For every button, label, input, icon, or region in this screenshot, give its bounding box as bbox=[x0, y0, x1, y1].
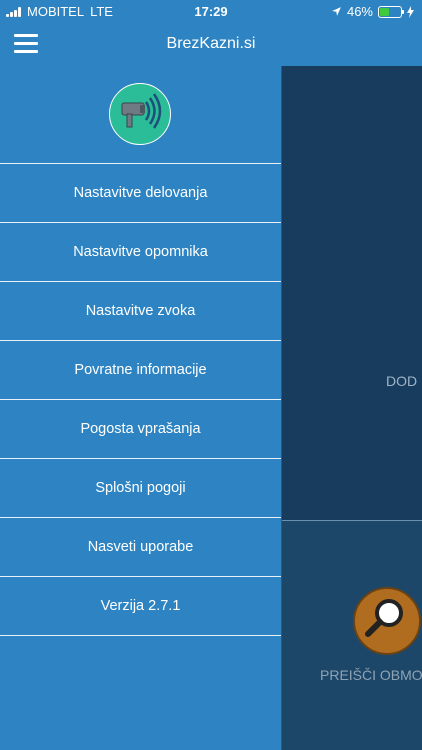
speed-camera-icon bbox=[121, 93, 162, 129]
menu-item-operation-settings[interactable]: Nastavitve delovanja bbox=[0, 164, 281, 223]
menu-item-label: Nastavitve zvoka bbox=[85, 303, 196, 319]
menu-item-label: Verzija 2.7.1 bbox=[100, 598, 181, 614]
menu-item-label: Povratne informacije bbox=[74, 362, 207, 378]
location-arrow-icon bbox=[332, 7, 341, 16]
menu-item-label: Nasveti uporabe bbox=[87, 539, 194, 555]
charging-icon bbox=[407, 5, 414, 18]
menu-item-label: Nastavitve delovanja bbox=[73, 185, 208, 201]
search-area-button[interactable] bbox=[353, 587, 421, 655]
menu-item-label: Pogosta vprašanja bbox=[80, 421, 201, 437]
battery-percent: 46% bbox=[346, 4, 373, 19]
app-logo bbox=[109, 83, 171, 145]
side-menu: Nastavitve delovanja Nastavitve opomnika… bbox=[0, 66, 282, 750]
status-right: 46% bbox=[331, 4, 414, 19]
add-button-label: DOD bbox=[386, 373, 418, 389]
search-area-panel[interactable]: PREIŠČI OBMO bbox=[281, 521, 422, 750]
menu-item-label: Splošni pogoji bbox=[95, 480, 186, 496]
menu-item-version[interactable]: Verzija 2.7.1 bbox=[0, 577, 281, 636]
menu-item-label: Nastavitve opomnika bbox=[73, 244, 208, 260]
menu-item-reminder-settings[interactable]: Nastavitve opomnika bbox=[0, 223, 281, 282]
menu-item-feedback[interactable]: Povratne informacije bbox=[0, 341, 281, 400]
menu-item-faq[interactable]: Pogosta vprašanja bbox=[0, 400, 281, 459]
status-bar: MOBITEL LTE 17:29 46% bbox=[0, 0, 422, 22]
app-header: BrezKazni.si bbox=[0, 22, 422, 66]
main-content: DOD PREIŠČI OBMO bbox=[281, 66, 422, 750]
menu-item-usage-tips[interactable]: Nasveti uporabe bbox=[0, 518, 281, 577]
menu-item-terms[interactable]: Splošni pogoji bbox=[0, 459, 281, 518]
page-title: BrezKazni.si bbox=[166, 35, 256, 52]
search-area-label: PREIŠČI OBMO bbox=[320, 667, 422, 683]
magnifier-icon bbox=[365, 599, 403, 637]
menu-logo-row bbox=[0, 66, 281, 164]
menu-item-sound-settings[interactable]: Nastavitve zvoka bbox=[0, 282, 281, 341]
add-panel[interactable]: DOD bbox=[281, 66, 422, 521]
battery-icon bbox=[378, 5, 404, 18]
